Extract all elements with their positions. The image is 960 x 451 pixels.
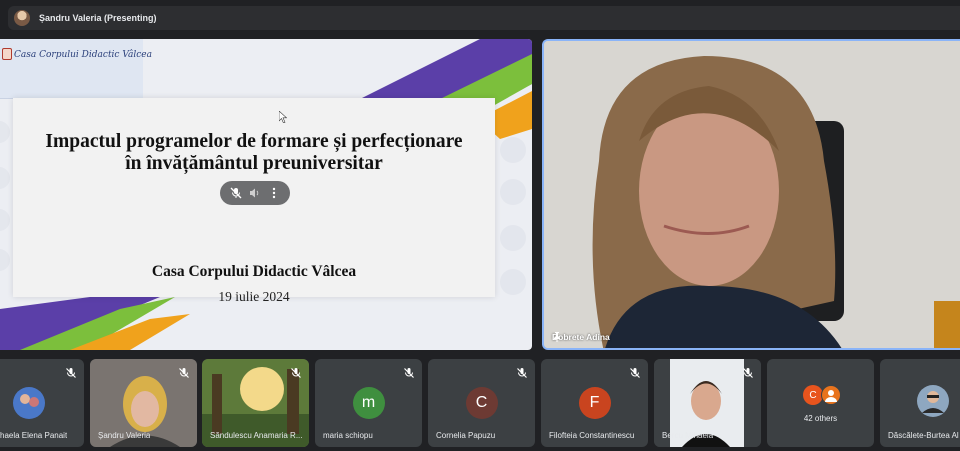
slide-title-line2: în învățământul preuniversitar: [125, 153, 383, 174]
logo-text: Casa Corpului Didactic Vâlcea: [14, 50, 152, 60]
participant-name: Săndulescu Anamaria R...: [210, 431, 303, 440]
mic-off-icon: [291, 368, 301, 378]
participant-name: maria schiopu: [323, 431, 373, 440]
participant-tile[interactable]: C Cornelia Papuzu: [428, 359, 535, 447]
participant-name: Cornelia Papuzu: [436, 431, 496, 440]
participant-name: haela Elena Panait: [0, 431, 68, 440]
presenter-label: Șandru Valeria (Presenting): [39, 13, 157, 23]
participant-tile[interactable]: Săndulescu Anamaria R...: [202, 359, 309, 447]
slide-side-button[interactable]: [500, 269, 526, 295]
slide-side-button[interactable]: [500, 225, 526, 251]
participant-initial-avatar: F: [578, 387, 611, 419]
slide-title-line1: Impactul programelor de formare și perfe…: [45, 131, 463, 152]
slide-side-button[interactable]: [500, 179, 526, 205]
active-speaker-tile[interactable]: Dobrete Adina: [542, 39, 960, 350]
others-count: 42 others: [803, 414, 838, 423]
mic-off-icon: [179, 368, 189, 378]
participant-name: Bercu Mihaela: [662, 431, 714, 440]
mic-off-icon: [404, 368, 414, 378]
participant-initial-avatar: C: [465, 387, 498, 419]
participant-initial-avatar: m: [352, 387, 385, 419]
slide-title: Impactul programelor de formare și perfe…: [13, 131, 495, 175]
mouse-cursor-icon: [279, 111, 287, 123]
participant-tile[interactable]: Dăscălete-Burtea Al: [880, 359, 960, 447]
mic-off-icon: [517, 368, 527, 378]
slide-side-button[interactable]: [500, 137, 526, 163]
mute-mic-icon[interactable]: [229, 186, 243, 200]
slide-logo: Casa Corpului Didactic Vâlcea: [0, 39, 152, 99]
presentation-slide[interactable]: Casa Corpului Didactic Vâlcea Impactul p…: [0, 39, 532, 350]
slide-subtitle: Casa Corpului Didactic Vâlcea: [151, 263, 357, 280]
others-tile[interactable]: C 42 others: [767, 359, 874, 447]
participant-tile[interactable]: haela Elena Panait: [0, 359, 84, 447]
others-avatar: C: [803, 385, 823, 405]
top-bar: Șandru Valeria (Presenting): [0, 0, 960, 36]
mic-off-icon: [66, 368, 76, 378]
participant-tile[interactable]: Bercu Mihaela: [654, 359, 761, 447]
participant-name: Filofteia Constantinescu: [549, 431, 635, 440]
presentation-controls: [220, 181, 290, 205]
more-options-icon[interactable]: [267, 186, 281, 200]
mic-off-icon: [630, 368, 640, 378]
participant-name: Dăscălete-Burtea Al: [888, 431, 959, 440]
pin-icon[interactable]: [552, 332, 562, 342]
speaker-name-tag: Dobrete Adina: [552, 332, 610, 342]
presenter-avatar: [14, 10, 30, 26]
others-avatar-person-icon: [821, 385, 841, 405]
volume-icon[interactable]: [248, 186, 262, 200]
logo-mark-icon: [2, 48, 12, 60]
mic-off-icon: [743, 368, 753, 378]
participant-tile[interactable]: m maria schiopu: [315, 359, 422, 447]
slide-date: 19 iulie 2024: [218, 289, 290, 304]
presenter-banner[interactable]: Șandru Valeria (Presenting): [8, 6, 960, 30]
participant-tile[interactable]: F Filofteia Constantinescu: [541, 359, 648, 447]
speaker-video: [544, 41, 960, 348]
participant-name: Șandru Valeria: [98, 431, 151, 440]
participant-tile[interactable]: Șandru Valeria: [90, 359, 197, 447]
